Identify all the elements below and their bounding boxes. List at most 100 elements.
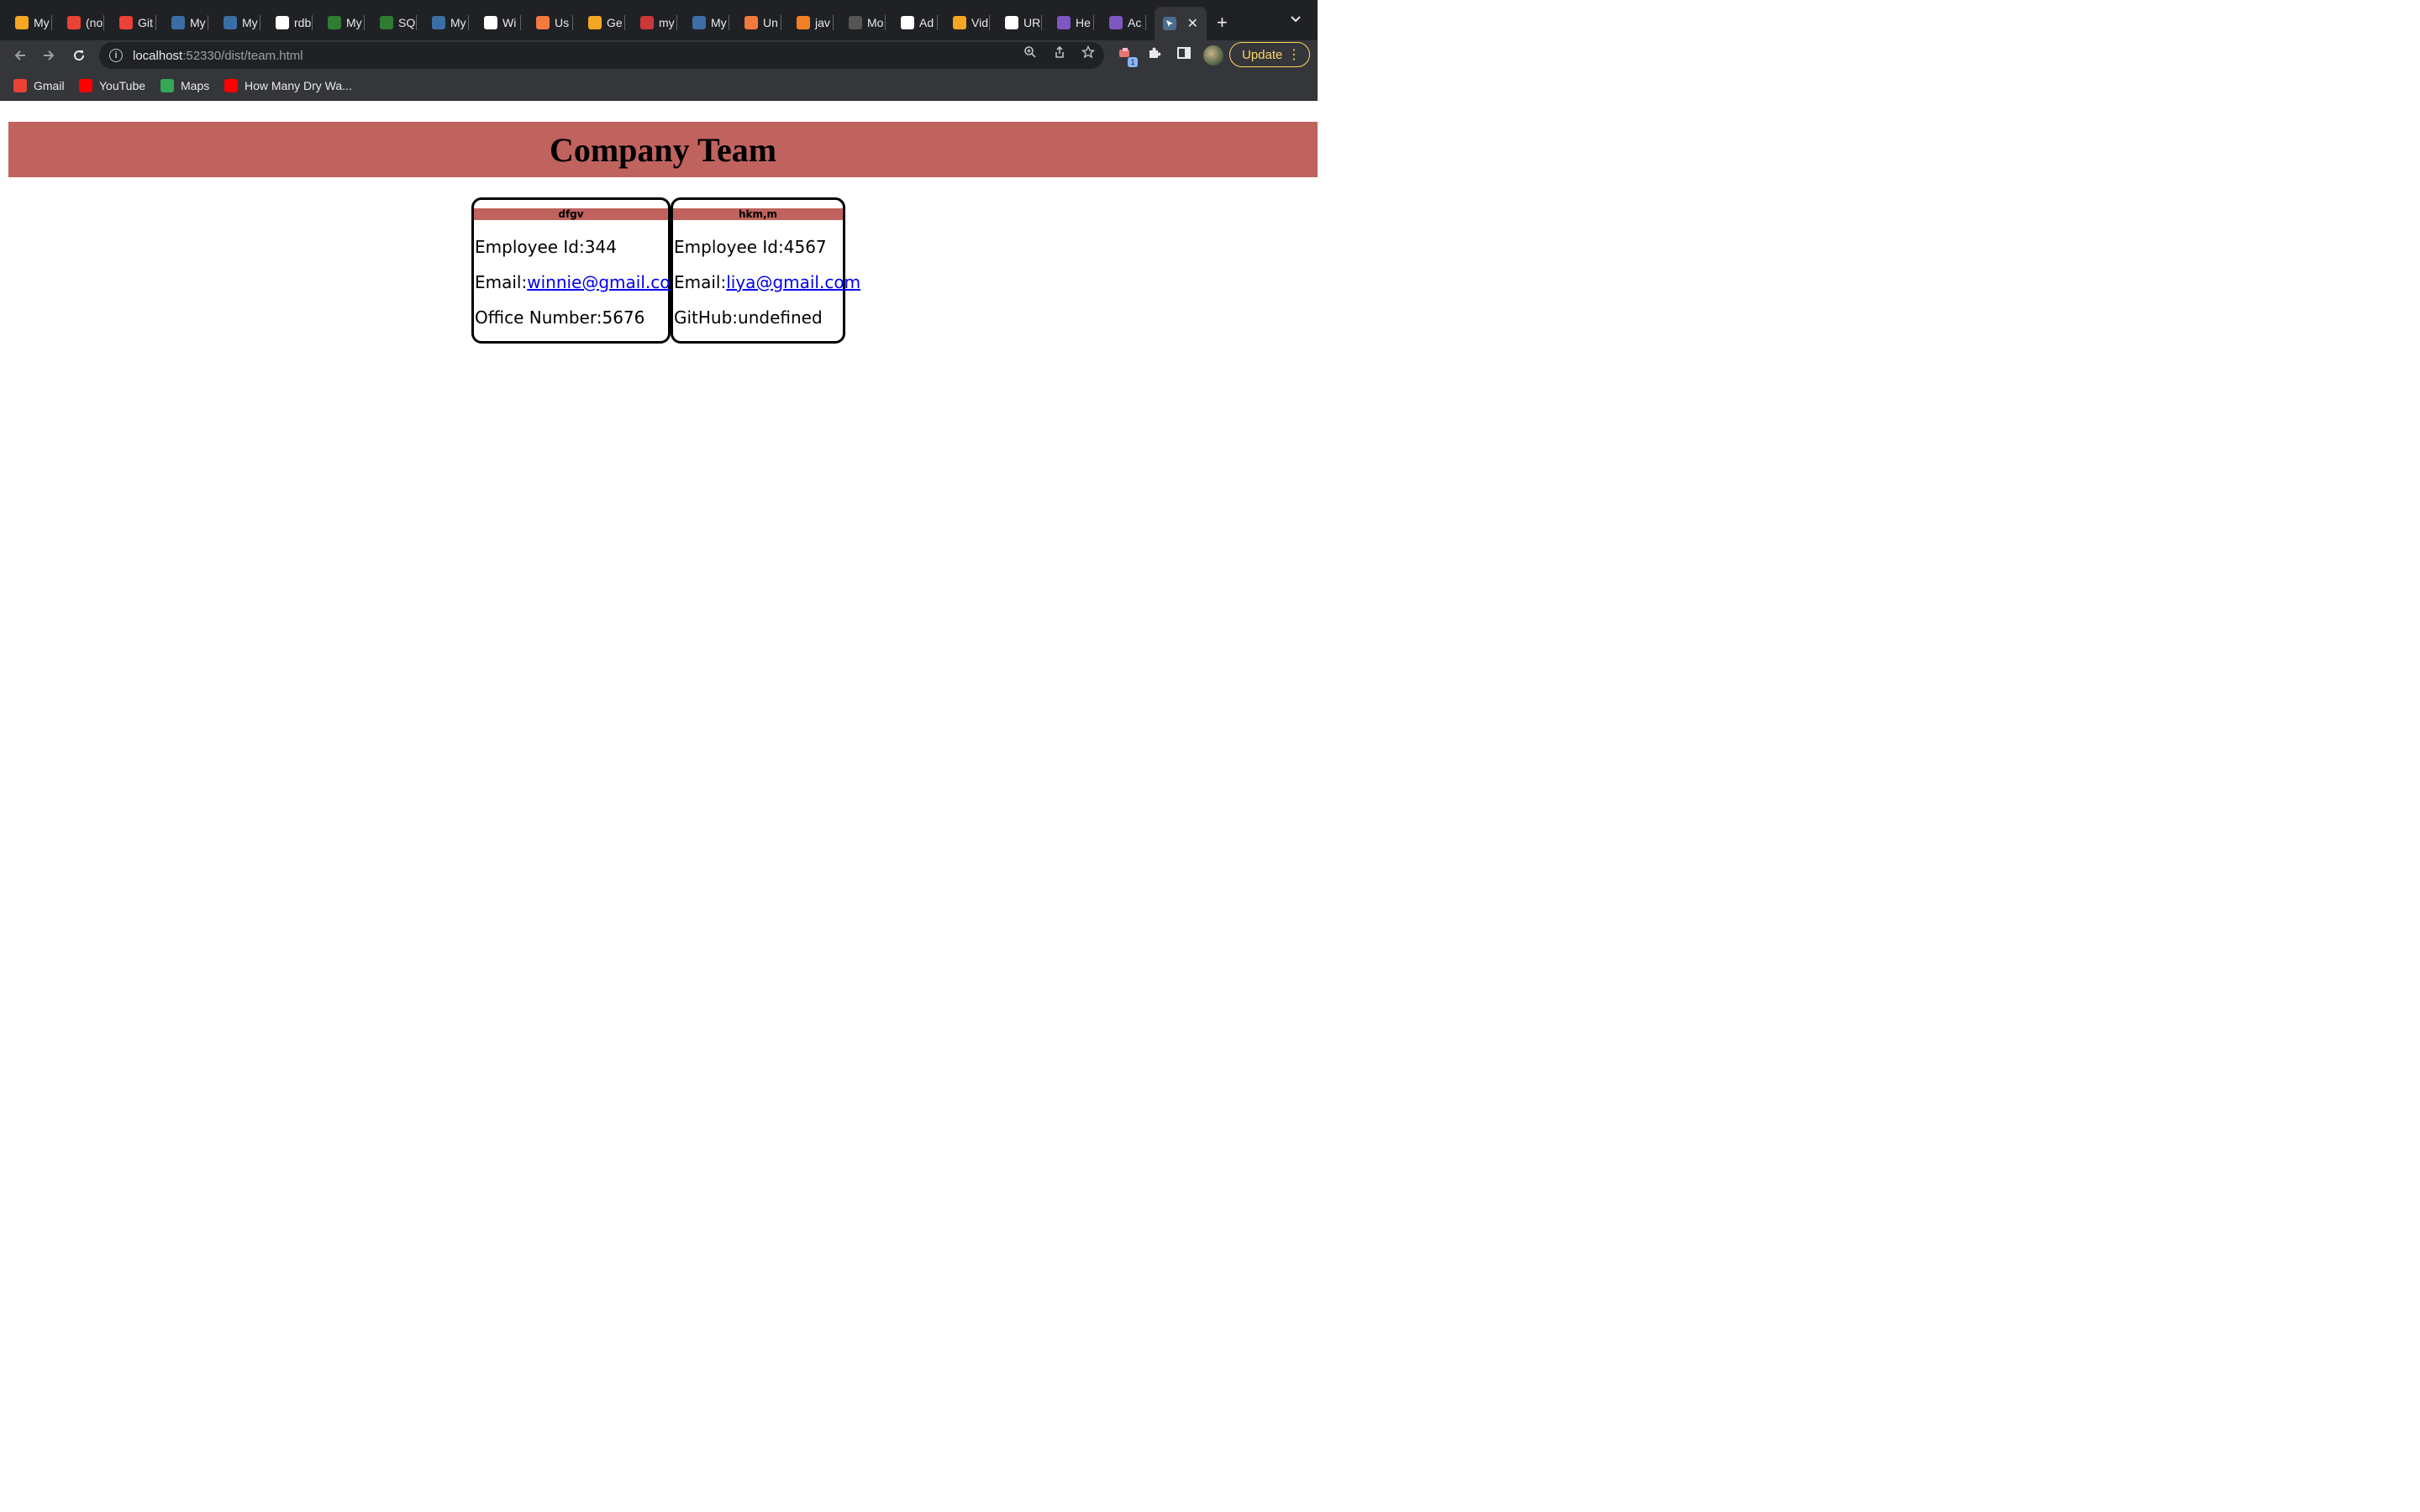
- browser-tab[interactable]: He: [1042, 8, 1094, 37]
- tab-title: Vid: [971, 16, 988, 29]
- browser-tab[interactable]: My: [677, 8, 729, 37]
- forward-button[interactable]: [37, 44, 60, 67]
- github-icon: [484, 16, 497, 29]
- tab-strip: My (no Git My My rdb My SQ My Wi Us Ge my My Un jav Mo Ad…: [0, 0, 1318, 40]
- email-link[interactable]: winnie@gmail.com: [527, 272, 687, 292]
- employee-card: hkm,m Employee Id:4567 Email:liya@gmail.…: [671, 197, 860, 344]
- page-title: Company Team: [549, 130, 777, 169]
- browser-tab[interactable]: rdb: [260, 8, 313, 37]
- tab-title: UR: [1023, 16, 1041, 29]
- side-panel-icon[interactable]: [1175, 45, 1193, 64]
- page-content: Company Team dfgv Employee Id:344 Email:…: [0, 102, 1318, 823]
- mysql-icon: [171, 16, 185, 29]
- google-icon: [276, 16, 289, 29]
- stackoverflow-icon: [797, 16, 810, 29]
- tab-title: Ge: [607, 16, 623, 29]
- tab-title: Ac: [1128, 16, 1142, 29]
- bookmarks-bar: Gmail YouTube Maps How Many Dry Wa...: [0, 71, 1318, 101]
- bookmark-item[interactable]: Maps: [160, 77, 209, 94]
- address-bar[interactable]: i localhost:52330/dist/team.html: [99, 42, 1104, 69]
- youtube-icon: [224, 79, 238, 92]
- tab-title: SQ: [398, 16, 416, 29]
- update-button[interactable]: Update ⋮: [1229, 42, 1310, 67]
- browser-tab[interactable]: Wi: [469, 8, 521, 37]
- gmail-icon: [67, 16, 81, 29]
- back-button[interactable]: [8, 44, 32, 67]
- site-info-icon[interactable]: i: [109, 49, 123, 62]
- extensions-puzzle-icon[interactable]: [1145, 45, 1164, 64]
- bookmark-label: YouTube: [99, 79, 146, 92]
- browser-toolbar: i localhost:52330/dist/team.html 1 Updat…: [0, 40, 1318, 71]
- npm-icon: [640, 16, 654, 29]
- tab-title: He: [1076, 16, 1091, 29]
- tab-title: Un: [763, 16, 778, 29]
- fs-icon: [953, 16, 966, 29]
- w3-icon: [328, 16, 341, 29]
- browser-tab[interactable]: UR: [990, 8, 1042, 37]
- tab-title: jav: [815, 16, 830, 29]
- extension-badge: 1: [1128, 57, 1138, 67]
- gitlab-icon: [744, 16, 758, 29]
- browser-tab[interactable]: Mo: [834, 8, 886, 37]
- browser-tab[interactable]: SQ: [365, 8, 417, 37]
- gmail-icon: [119, 16, 133, 29]
- share-icon[interactable]: [1051, 45, 1068, 63]
- w3-icon: [380, 16, 393, 29]
- tab-search-chevron-icon[interactable]: [1291, 12, 1301, 25]
- mysql-icon: [432, 16, 445, 29]
- employee-id: Employee Id:344: [475, 237, 617, 257]
- browser-tab[interactable]: my: [625, 8, 677, 37]
- browser-tab[interactable]: My: [156, 8, 208, 37]
- browser-tab[interactable]: Ge: [573, 8, 625, 37]
- url-text: localhost:52330/dist/team.html: [133, 48, 303, 63]
- browser-tab[interactable]: (no: [52, 8, 104, 37]
- browser-tab[interactable]: Un: [729, 8, 781, 37]
- new-tab-button[interactable]: +: [1217, 12, 1228, 34]
- reload-button[interactable]: [67, 44, 91, 67]
- email-link[interactable]: liya@gmail.com: [726, 272, 860, 292]
- browser-tab[interactable]: Vid: [938, 8, 990, 37]
- tab-title: My: [242, 16, 258, 29]
- browser-tab[interactable]: Ad: [886, 8, 938, 37]
- update-label: Update: [1242, 47, 1283, 62]
- tab-title: My: [190, 16, 206, 29]
- heroku-icon: [1057, 16, 1071, 29]
- tab-title: Git: [138, 16, 153, 29]
- bookmark-label: Gmail: [34, 79, 65, 92]
- bookmark-label: Maps: [181, 79, 210, 92]
- browser-tab[interactable]: jav: [781, 8, 834, 37]
- tab-title: My: [711, 16, 727, 29]
- browser-tab[interactable]: My: [313, 8, 365, 37]
- employee-card: dfgv Employee Id:344 Email:winnie@gmail.…: [471, 197, 687, 344]
- fs-icon: [588, 16, 602, 29]
- browser-tab[interactable]: Git: [104, 8, 156, 37]
- medium-icon: [1005, 16, 1018, 29]
- fs-icon: [15, 16, 29, 29]
- more-menu-icon[interactable]: ⋮: [1287, 46, 1301, 63]
- bookmark-item[interactable]: Gmail: [13, 77, 65, 94]
- close-tab-icon[interactable]: ✕: [1187, 15, 1198, 32]
- employee-office-number: Office Number:5676: [475, 307, 645, 328]
- profile-avatar[interactable]: [1203, 45, 1223, 66]
- tab-title: (no: [86, 16, 103, 29]
- bookmark-item[interactable]: How Many Dry Wa...: [224, 77, 352, 94]
- page-icon: [849, 16, 862, 29]
- bookmark-item[interactable]: YouTube: [79, 77, 145, 94]
- browser-tab[interactable]: Us: [521, 8, 573, 37]
- tab-title: My: [34, 16, 50, 29]
- employee-email: Email:liya@gmail.com: [674, 272, 861, 292]
- tab-active[interactable]: ✕: [1155, 7, 1207, 40]
- employee-name: hkm,m: [673, 208, 843, 220]
- tab-title: Us: [555, 16, 570, 29]
- maps-icon: [160, 79, 174, 92]
- tab-title: Wi: [502, 16, 517, 29]
- browser-tab[interactable]: My: [208, 8, 260, 37]
- browser-tab[interactable]: My: [417, 8, 469, 37]
- browser-tab[interactable]: My: [0, 8, 52, 37]
- zoom-icon[interactable]: [1022, 45, 1039, 63]
- tab-title: My: [450, 16, 466, 29]
- bookmark-star-icon[interactable]: [1080, 45, 1097, 63]
- heroku-icon: [1109, 16, 1123, 29]
- tab-title: Ad: [919, 16, 934, 29]
- browser-tab[interactable]: Ac: [1094, 8, 1146, 37]
